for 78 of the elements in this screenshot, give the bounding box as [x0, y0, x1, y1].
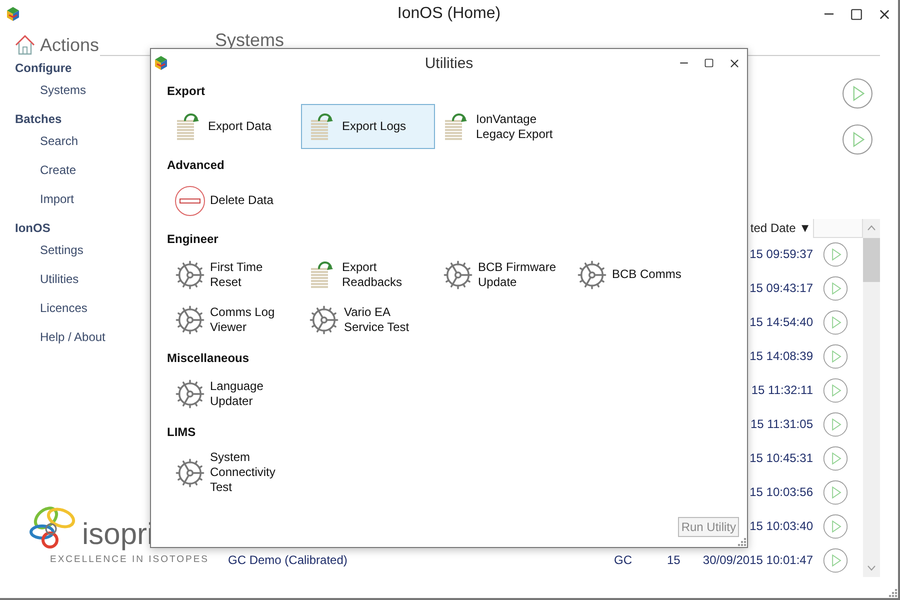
group-label: IonOS: [14, 221, 52, 237]
play-button[interactable]: [842, 124, 873, 155]
utility-item[interactable]: Vario EA Service Test: [301, 297, 435, 342]
nav-link[interactable]: Settings: [0, 238, 150, 267]
scrollbar-thumb[interactable]: [863, 238, 880, 282]
nav-link[interactable]: Licences: [0, 296, 150, 325]
play-button[interactable]: [823, 242, 848, 266]
play-button[interactable]: [823, 412, 848, 436]
play-button[interactable]: [823, 446, 848, 470]
scroll-up-icon[interactable]: [867, 225, 876, 231]
table-cell-text: GC: [613, 553, 632, 567]
table-cell: 15 10:03:40: [750, 519, 813, 533]
window-title: IonOS (Home): [397, 5, 501, 23]
nav-link[interactable]: Help / About: [0, 325, 150, 354]
table-cell: 15 10:03:56: [750, 485, 813, 499]
utility-item[interactable]: System Connectivity Test: [167, 445, 301, 500]
table-cell: 15 09:59:37: [750, 247, 813, 261]
utility-item[interactable]: Export Logs: [301, 104, 435, 149]
scroll-down-icon[interactable]: [867, 565, 876, 571]
logo-tagline: EXCELLENCE IN ISOTOPES: [49, 554, 210, 565]
table-cell: 15 11:31:05: [750, 417, 813, 431]
gear-icon: [174, 258, 206, 290]
play-button[interactable]: [842, 78, 873, 109]
maximize-icon[interactable]: [704, 58, 714, 68]
section-heading: Miscellaneous: [167, 350, 250, 367]
section-heading: Export: [167, 83, 206, 100]
column-header[interactable]: ted Date ▼: [750, 221, 813, 235]
utility-item[interactable]: Delete Data: [167, 178, 301, 223]
table-cell-text: 15: [666, 553, 680, 567]
nav-link[interactable]: Search: [0, 129, 150, 158]
delete-icon: [174, 184, 206, 216]
app-logo-icon: [154, 56, 168, 70]
table-cell: 15 14:54:40: [750, 315, 813, 329]
group-label: Batches: [14, 112, 63, 128]
table-cell-text: GC Demo (Calibrated): [227, 553, 348, 567]
table-cell: 15 09:43:17: [750, 281, 813, 295]
utility-item[interactable]: IonVantage Legacy Export: [435, 104, 569, 149]
utility-item[interactable]: Export Data: [167, 104, 301, 149]
dialog-title: Utilities: [424, 54, 474, 72]
play-button[interactable]: [823, 378, 848, 402]
table-cell: 15 14:08:39: [750, 349, 813, 363]
gear-icon: [308, 304, 340, 336]
nav-link[interactable]: Import: [0, 187, 150, 216]
play-button[interactable]: [823, 480, 848, 504]
nav-link[interactable]: Create: [0, 158, 150, 187]
table-cell: 30/09/2015 10:01:47: [702, 553, 813, 567]
play-button[interactable]: [823, 276, 848, 300]
section-heading: Advanced: [167, 157, 226, 174]
utility-item[interactable]: Comms Log Viewer: [167, 297, 301, 342]
nav-link[interactable]: Systems: [0, 78, 150, 107]
section-heading: Engineer: [167, 231, 220, 248]
gear-icon: [174, 456, 206, 488]
sidebar-heading: Actions: [40, 34, 100, 56]
house-icon: [14, 34, 36, 56]
resize-grip-icon[interactable]: [889, 589, 897, 597]
maximize-icon[interactable]: [850, 8, 863, 20]
play-button[interactable]: [823, 514, 848, 538]
section-heading: LIMS: [167, 424, 197, 441]
utility-item[interactable]: BCB Comms: [569, 252, 703, 297]
utility-item[interactable]: Export Readbacks: [301, 252, 435, 297]
group-label: Configure: [14, 61, 73, 77]
section-heading: Systems: [215, 33, 286, 52]
gear-icon: [174, 304, 206, 336]
play-button[interactable]: [823, 548, 848, 572]
table-cell: 15 10:45:31: [750, 451, 813, 465]
close-icon[interactable]: [728, 56, 741, 70]
play-button[interactable]: [823, 310, 848, 334]
table-cell: 15 11:32:11: [751, 383, 813, 397]
gear-icon: [174, 378, 206, 410]
gear-icon: [442, 258, 474, 290]
utility-item[interactable]: First Time Reset: [167, 252, 301, 297]
utility-item[interactable]: Language Updater: [167, 371, 301, 416]
resize-grip-icon[interactable]: [738, 538, 746, 546]
nav-link[interactable]: Utilities: [0, 267, 150, 296]
play-button[interactable]: [823, 344, 848, 368]
app-logo-icon: [6, 7, 20, 21]
gear-icon: [576, 258, 608, 290]
utility-item[interactable]: BCB Firmware Update: [435, 252, 569, 297]
